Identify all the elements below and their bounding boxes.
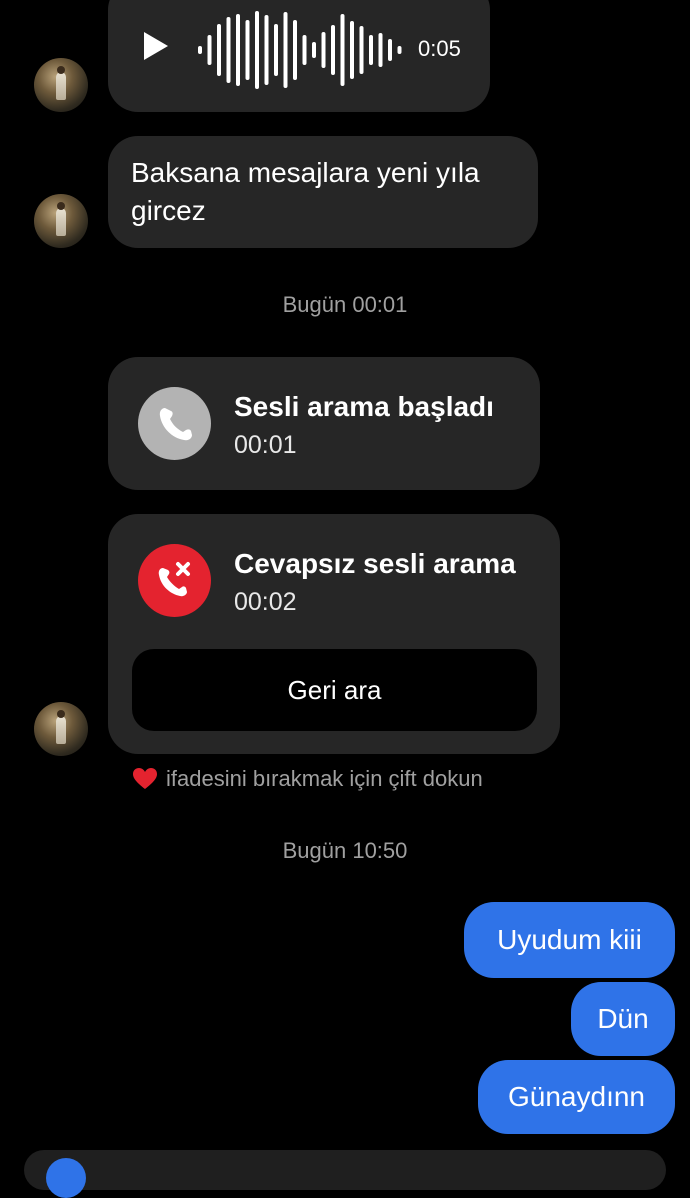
timestamp-divider: Bugün 10:50 (282, 838, 408, 863)
waveform-bar (312, 42, 316, 58)
outgoing-message-bubble[interactable]: Dün (571, 982, 675, 1056)
voice-duration: 0:05 (418, 36, 461, 61)
waveform-bar (331, 25, 335, 75)
waveform-bar (207, 35, 212, 65)
timestamp-divider: Bugün 00:01 (282, 292, 408, 317)
missed-call-icon (138, 544, 211, 617)
message-text: Baksana mesajlara yeni yıla gircez (131, 157, 480, 226)
waveform (198, 11, 402, 89)
waveform-bar (293, 20, 297, 80)
waveform-bar (264, 15, 269, 85)
call-time: 00:02 (234, 588, 297, 616)
waveform-bar (397, 46, 402, 54)
call-title: Cevapsız sesli arama (234, 548, 516, 579)
message-text: Dün (597, 1003, 649, 1034)
waveform-bar (236, 14, 240, 86)
waveform-bar (350, 21, 354, 79)
message-text: Uyudum kiii (497, 924, 642, 955)
heart-icon (132, 766, 158, 792)
contact-avatar[interactable] (34, 58, 88, 112)
waveform-bar (369, 35, 373, 65)
waveform-bar (245, 20, 250, 80)
contact-avatar[interactable] (34, 702, 88, 756)
camera-button[interactable] (46, 1158, 86, 1198)
contact-avatar[interactable] (34, 194, 88, 248)
waveform-bar (388, 39, 392, 61)
waveform-bar (302, 35, 307, 65)
voice-message-bubble[interactable]: 0:05 (108, 0, 490, 112)
outgoing-message-bubble[interactable]: Günaydınn (478, 1060, 675, 1134)
reaction-hint: ifadesini bırakmak için çift dokun (132, 766, 483, 792)
waveform-bar (255, 11, 259, 89)
phone-icon (138, 387, 211, 460)
outgoing-message-bubble[interactable]: Uyudum kiii (464, 902, 675, 978)
waveform-bar (217, 24, 221, 76)
call-title: Sesli arama başladı (234, 391, 494, 422)
call-started-card[interactable]: Sesli arama başladı 00:01 (108, 357, 540, 490)
waveform-bar (283, 12, 288, 88)
waveform-bar (274, 24, 278, 76)
waveform-bar (340, 14, 345, 86)
message-text: Günaydınn (508, 1081, 645, 1112)
waveform-bar (359, 26, 364, 74)
message-composer[interactable] (24, 1150, 666, 1198)
incoming-message-bubble[interactable]: Baksana mesajlara yeni yıla gircez (108, 136, 538, 248)
callback-button[interactable]: Geri ara (132, 649, 537, 731)
call-time: 00:01 (234, 431, 297, 459)
waveform-bar (226, 17, 231, 83)
play-icon[interactable] (142, 30, 170, 67)
waveform-bar (198, 46, 202, 54)
callback-label: Geri ara (287, 674, 382, 705)
reaction-hint-text: ifadesini bırakmak için çift dokun (166, 766, 483, 791)
waveform-bar (321, 32, 326, 68)
waveform-bar (378, 33, 383, 67)
missed-call-card[interactable]: Cevapsız sesli arama 00:02 Geri ara (108, 514, 560, 754)
